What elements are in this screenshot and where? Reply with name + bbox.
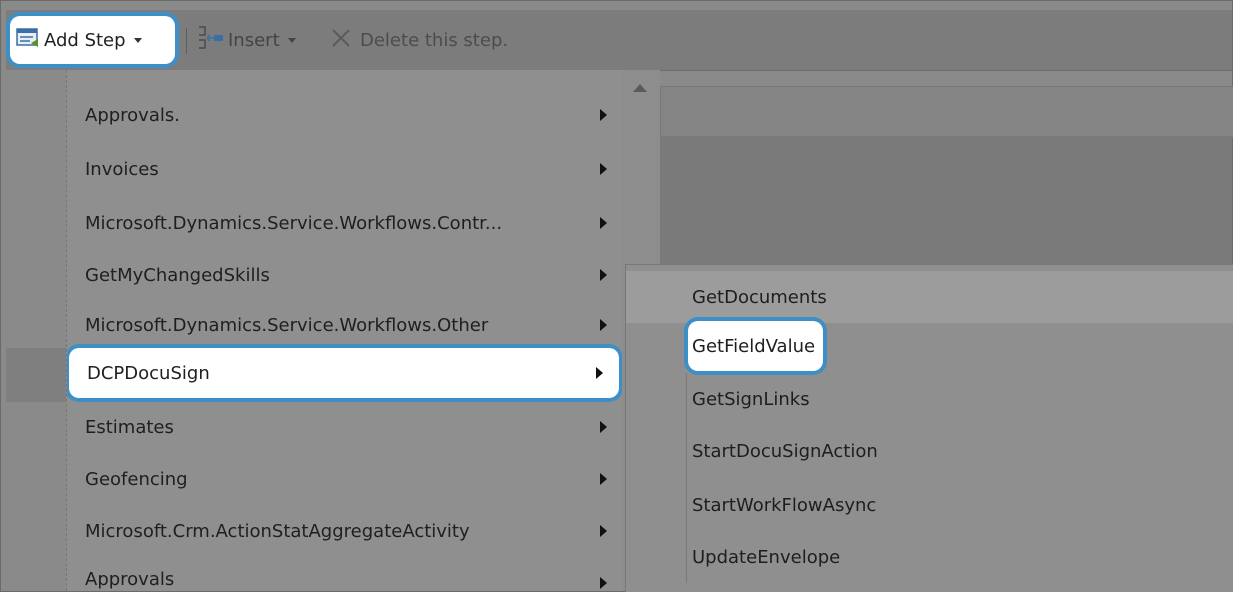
insert-icon — [196, 24, 224, 57]
menu-item-geofencing[interactable]: Geofencing — [67, 452, 623, 506]
menu-item-workflows-contr[interactable]: Microsoft.Dynamics.Service.Workflows.Con… — [67, 196, 623, 250]
chevron-right-icon — [600, 525, 607, 537]
dcpdocusign-submenu: GetDocuments GetFieldValue GetSignLinks … — [625, 264, 1233, 592]
chevron-down-icon — [287, 37, 296, 43]
menu-item-label: GetMyChangedSkills — [85, 264, 270, 286]
menu-item-label: Approvals — [85, 569, 175, 590]
menu-item-getmychangedskills[interactable]: GetMyChangedSkills — [67, 248, 623, 302]
chevron-right-icon — [600, 473, 607, 485]
menu-item-approvals[interactable]: Approvals — [67, 569, 623, 591]
menu-item-label: Geofencing — [85, 468, 188, 490]
insert-label: Insert — [228, 29, 280, 51]
insert-button[interactable]: Insert — [196, 20, 296, 60]
submenu-divider — [686, 373, 687, 583]
chevron-right-icon — [600, 269, 607, 281]
chevron-right-icon — [600, 163, 607, 175]
menu-item-dcpdocusign[interactable]: DCPDocuSign — [69, 348, 619, 398]
menu-item-label: Microsoft.Dynamics.Service.Workflows.Oth… — [85, 314, 489, 336]
submenu-item-label: UpdateEnvelope — [692, 546, 841, 568]
add-step-menu: Approvals. Invoices Microsoft.Dynamics.S… — [66, 70, 623, 591]
menu-item-workflows-other[interactable]: Microsoft.Dynamics.Service.Workflows.Oth… — [67, 298, 623, 352]
submenu-item-startdocusignaction[interactable]: StartDocuSignAction — [688, 425, 878, 477]
chevron-down-icon — [133, 37, 142, 43]
submenu-item-updateenvelope[interactable]: UpdateEnvelope — [688, 531, 840, 583]
step-header-panel — [660, 86, 1233, 138]
menu-item-label: Microsoft.Crm.ActionStatAggregateActivit… — [85, 520, 470, 542]
submenu-item-label: GetFieldValue — [692, 335, 816, 357]
menu-item-estimates[interactable]: Estimates — [67, 400, 623, 454]
toolbar — [6, 10, 1232, 71]
submenu-item-label: StartDocuSignAction — [692, 440, 878, 462]
menu-item-invoices[interactable]: Invoices — [67, 142, 623, 196]
menu-item-label: Invoices — [85, 158, 159, 180]
add-step-button[interactable]: Add Step — [10, 16, 175, 64]
chevron-right-icon — [596, 367, 603, 379]
menu-item-actionstataggregate[interactable]: Microsoft.Crm.ActionStatAggregateActivit… — [67, 504, 623, 558]
submenu-item-getsignlinks[interactable]: GetSignLinks — [688, 373, 810, 425]
delete-step-button[interactable]: Delete this step. — [330, 20, 508, 60]
menu-item-approvals-dot[interactable]: Approvals. — [67, 88, 623, 142]
submenu-item-label: GetDocuments — [692, 286, 827, 308]
chevron-right-icon — [600, 421, 607, 433]
add-step-label: Add Step — [44, 29, 126, 51]
close-icon — [330, 27, 352, 54]
menu-item-label: Estimates — [85, 416, 174, 438]
submenu-item-getdocuments[interactable]: GetDocuments — [626, 271, 1233, 323]
chevron-right-icon — [600, 319, 607, 331]
delete-step-label: Delete this step. — [360, 29, 509, 51]
submenu-item-label: GetSignLinks — [692, 388, 810, 410]
scroll-up-icon[interactable] — [633, 84, 647, 92]
chevron-right-icon — [600, 217, 607, 229]
add-step-icon — [16, 27, 40, 54]
submenu-item-startworkflowasync[interactable]: StartWorkFlowAsync — [688, 479, 876, 531]
chevron-right-icon — [600, 109, 607, 121]
chevron-right-icon — [600, 577, 607, 589]
submenu-item-getfieldvalue[interactable]: GetFieldValue — [688, 321, 824, 371]
designer-row — [6, 348, 68, 402]
submenu-item-label: StartWorkFlowAsync — [692, 494, 877, 516]
designer-canvas — [6, 70, 66, 591]
toolbar-divider — [186, 28, 187, 54]
menu-item-label: Approvals. — [85, 104, 180, 126]
step-body-panel — [660, 136, 1232, 264]
menu-item-label: Microsoft.Dynamics.Service.Workflows.Con… — [85, 212, 503, 234]
menu-item-label: DCPDocuSign — [87, 362, 210, 384]
